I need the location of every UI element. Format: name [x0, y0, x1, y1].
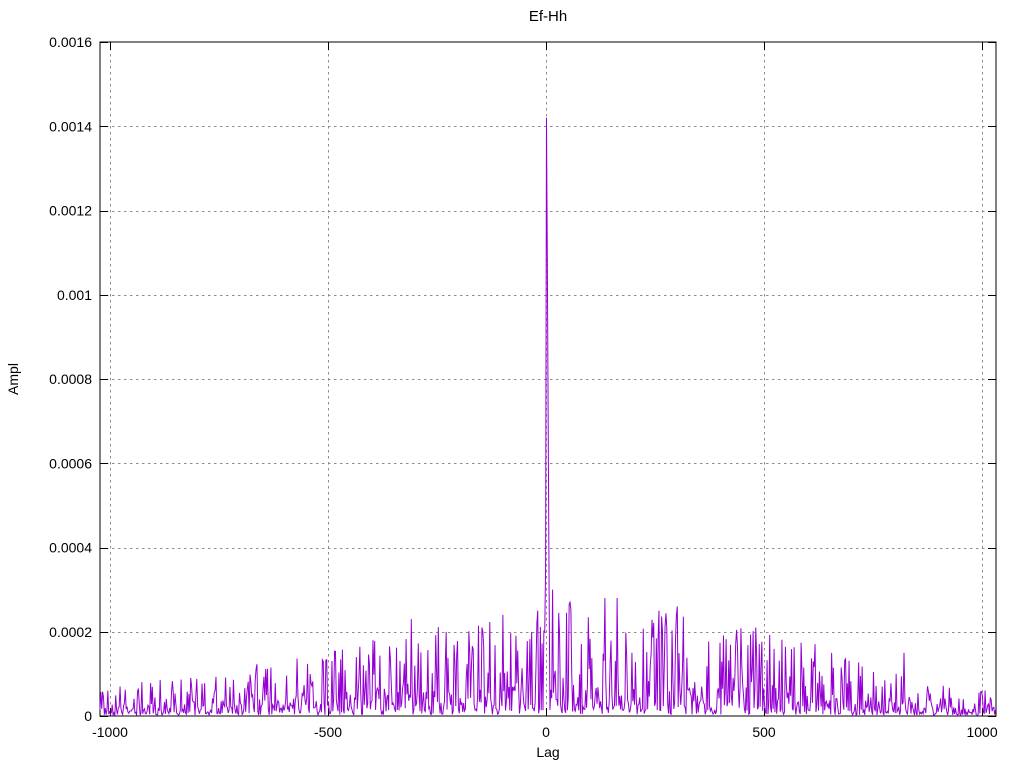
y-tick-label: 0.001 [57, 287, 92, 303]
x-tick-label: -500 [314, 724, 342, 740]
y-tick-label: 0.0002 [49, 624, 92, 640]
x-tick-label: 0 [542, 724, 550, 740]
chart-title: Ef-Hh [529, 8, 567, 25]
y-axis-label: Ampl [5, 363, 21, 395]
chart-canvas: Ef-Hh -1000 -500 0 500 1000 0 0.0002 0.0004 0.0… [5, 8, 998, 760]
y-tick-label: 0.0006 [49, 455, 92, 471]
y-tick-label: 0 [84, 708, 92, 724]
data-series-line [99, 117, 997, 717]
y-tick-labels: 0 0.0002 0.0004 0.0006 0.0008 0.001 0.0012 0.00… [49, 34, 92, 724]
y-tick-label: 0.0014 [49, 118, 92, 134]
y-tick-label: 0.0004 [49, 540, 92, 556]
x-tick-labels: -1000 -500 0 500 1000 [92, 724, 998, 740]
x-tick-label: 1000 [966, 724, 997, 740]
y-tick-label: 0.0012 [49, 203, 92, 219]
x-tick-label: 500 [752, 724, 776, 740]
x-axis-label: Lag [536, 744, 559, 760]
y-tick-label: 0.0016 [49, 34, 92, 50]
gnuplot-window: Ef-Hh -1000 -500 0 500 1000 0 0.0002 0.0004 0.0… [0, 0, 1024, 768]
y-tick-label: 0.0008 [49, 371, 92, 387]
x-tick-label: -1000 [92, 724, 128, 740]
